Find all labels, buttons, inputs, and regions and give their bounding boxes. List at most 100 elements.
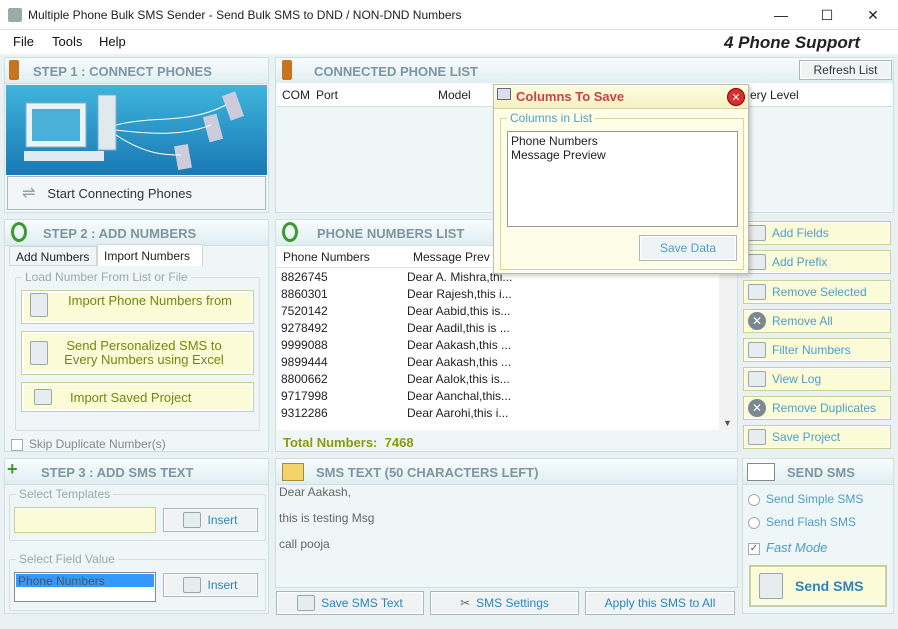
fast-mode-box[interactable]: ✓ — [748, 542, 760, 555]
cell-message: Dear Aadil,this is ... — [407, 321, 510, 335]
table-row[interactable]: 9999088 Dear Aakash,this ... — [277, 338, 717, 355]
view-log-label: View Log — [772, 372, 822, 386]
tab-add-numbers[interactable]: Add Numbers — [9, 246, 97, 266]
save-sms-text-button[interactable]: Save SMS Text — [276, 591, 424, 615]
send-simple-dot[interactable] — [748, 493, 760, 506]
send-sms-button[interactable]: Send SMS — [749, 565, 887, 607]
remove-duplicates-button[interactable]: ✕ Remove Duplicates — [743, 396, 891, 420]
remove-selected-button[interactable]: Remove Selected — [743, 280, 891, 304]
add-prefix-icon — [748, 254, 766, 270]
sms-text-panel: SMS TEXT (50 CHARACTERS LEFT) Dear Aakas… — [275, 458, 738, 588]
insert-template-button[interactable]: Insert — [163, 508, 258, 532]
menu-help[interactable]: Help — [99, 34, 126, 49]
cell-phone: 9717998 — [281, 389, 328, 403]
save-data-button[interactable]: Save Data — [639, 235, 737, 261]
sms-textarea[interactable]: Dear Aakash, this is testing Msg call po… — [277, 485, 736, 586]
send-simple-radio[interactable]: Send Simple SMS — [748, 492, 863, 506]
sms-text-title: SMS TEXT (50 CHARACTERS LEFT) — [276, 459, 737, 485]
send-flash-radio[interactable]: Send Flash SMS — [748, 515, 856, 529]
cell-message: Dear Aanchal,this... — [407, 389, 512, 403]
menu-tools[interactable]: Tools — [52, 34, 82, 49]
insert-field-label: Insert — [207, 578, 238, 592]
remove-all-button[interactable]: ✕ Remove All — [743, 309, 891, 333]
apply-sms-all-button[interactable]: Apply this SMS to All — [585, 591, 735, 615]
support-label: 4 Phone Support — [724, 33, 860, 52]
step3-panel: STEP 3 : ADD SMS TEXT + Select Templates… — [4, 458, 269, 614]
save-project-icon — [748, 429, 766, 445]
save-icon — [297, 595, 316, 611]
menu-file[interactable]: File — [13, 34, 34, 49]
scroll-down-icon[interactable]: ▼ — [723, 418, 732, 428]
col-port[interactable]: Port — [316, 88, 338, 102]
send-flash-dot[interactable] — [748, 516, 760, 529]
cell-message: Dear Aarohi,this i... — [407, 406, 509, 420]
insert-icon — [183, 512, 202, 528]
col-message-preview[interactable]: Message Prev — [413, 250, 490, 264]
remove-selected-label: Remove Selected — [772, 285, 867, 299]
add-prefix-button[interactable]: Add Prefix — [743, 250, 891, 274]
insert-field-button[interactable]: Insert — [163, 573, 258, 597]
table-row[interactable]: 8800662 Dear Aalok,this is... — [277, 372, 717, 389]
dialog-close-icon[interactable]: ✕ — [727, 88, 745, 106]
field-value-label: Select Field Value — [16, 552, 118, 566]
import-saved-project-button[interactable]: Import Saved Project — [21, 382, 254, 412]
fast-mode-label: Fast Mode — [766, 540, 828, 555]
save-project-button[interactable]: Save Project — [743, 425, 891, 449]
send-sms-label: Send SMS — [795, 578, 864, 594]
vertical-scrollbar[interactable]: ▼ — [719, 268, 736, 430]
add-fields-icon — [748, 225, 766, 241]
cell-message: Dear Aakash,this ... — [407, 355, 512, 369]
send-sms-panel: SEND SMS Send Simple SMS Send Flash SMS … — [742, 458, 894, 614]
remove-selected-icon — [748, 284, 766, 300]
col-model[interactable]: Model — [438, 88, 471, 102]
table-row[interactable]: 9899444 Dear Aakash,this ... — [277, 355, 717, 372]
remove-duplicates-label: Remove Duplicates — [772, 401, 877, 415]
table-row[interactable]: 9278492 Dear Aadil,this is ... — [277, 321, 717, 338]
col-battery[interactable]: ery Level — [750, 88, 799, 102]
window-title: Multiple Phone Bulk SMS Sender - Send Bu… — [28, 8, 462, 22]
load-number-group-label: Load Number From List or File — [22, 270, 191, 284]
connect-illustration — [6, 85, 267, 175]
table-row[interactable]: 9312286 Dear Aarohi,this i... — [277, 406, 717, 423]
column-item[interactable]: Phone Numbers — [511, 134, 734, 148]
send-personalized-button[interactable]: Send Personalized SMS to Every Numbers u… — [21, 331, 254, 375]
app-icon — [8, 8, 22, 22]
import-arrow-icon — [30, 293, 48, 317]
phone-list-icon — [282, 222, 298, 242]
templates-label: Select Templates — [16, 487, 114, 501]
cell-message: Dear Aabid,this is... — [407, 304, 511, 318]
col-phone-numbers[interactable]: Phone Numbers — [283, 250, 370, 264]
add-text-icon: + — [7, 459, 18, 479]
skip-duplicate-box[interactable] — [11, 438, 23, 451]
view-log-button[interactable]: View Log — [743, 367, 891, 391]
filter-numbers-button[interactable]: Filter Numbers — [743, 338, 891, 362]
fast-mode-checkbox[interactable]: ✓ Fast Mode — [748, 540, 827, 555]
save-project-label: Save Project — [772, 430, 841, 444]
table-row[interactable]: 8860301 Dear Rajesh,this i... — [277, 287, 717, 304]
maximize-button[interactable]: ☐ — [804, 0, 850, 30]
add-fields-button[interactable]: Add Fields — [743, 221, 891, 245]
import-saved-project-label: Import Saved Project — [70, 389, 192, 405]
send-personalized-label: Send Personalized SMS to Every Numbers u… — [64, 338, 224, 367]
templates-select[interactable] — [14, 507, 156, 533]
columns-listbox[interactable]: Phone Numbers Message Preview — [507, 131, 738, 227]
close-button[interactable]: ✕ — [850, 0, 896, 30]
step2-title: STEP 2 : ADD NUMBERS — [5, 220, 268, 246]
skip-duplicate-checkbox[interactable]: Skip Duplicate Number(s) — [5, 434, 268, 452]
start-connecting-button[interactable]: ⇌ Start Connecting Phones — [7, 176, 266, 210]
field-value-selected[interactable]: Phone Numbers — [16, 574, 154, 588]
refresh-list-button[interactable]: Refresh List — [799, 60, 892, 80]
tab-import-numbers[interactable]: Import Numbers — [97, 244, 203, 266]
import-numbers-button[interactable]: Import Phone Numbers from — [21, 290, 254, 324]
cell-message: Dear Aakash,this ... — [407, 338, 512, 352]
log-icon — [748, 371, 766, 387]
col-com[interactable]: COM — [282, 88, 310, 102]
phone-icon — [282, 60, 292, 80]
table-row[interactable]: 7520142 Dear Aabid,this is... — [277, 304, 717, 321]
column-item[interactable]: Message Preview — [511, 148, 734, 162]
total-numbers-label: Total Numbers: — [283, 435, 378, 450]
table-row[interactable]: 9717998 Dear Aanchal,this... — [277, 389, 717, 406]
sms-settings-button[interactable]: ✂ SMS Settings — [430, 591, 579, 615]
minimize-button[interactable]: — — [758, 0, 804, 30]
field-value-list[interactable]: Phone Numbers — [14, 572, 156, 602]
